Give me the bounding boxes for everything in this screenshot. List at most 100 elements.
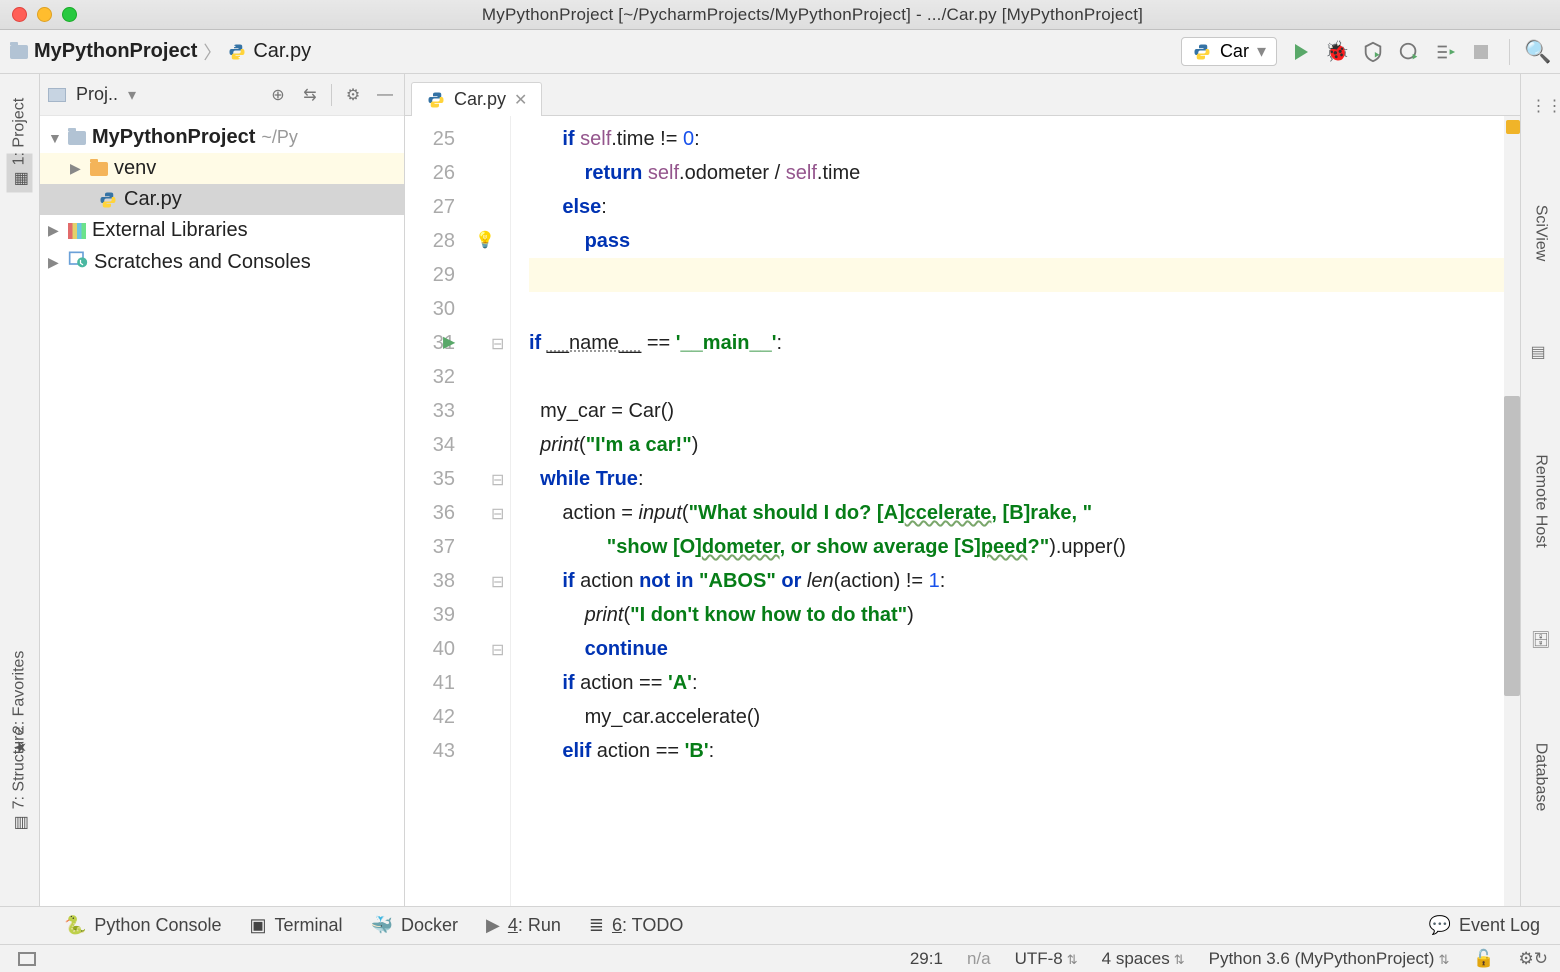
lock-icon[interactable]: 🔓 [1473, 949, 1494, 969]
right-tool-gutter: ⋮⋮⋮ SciView ▤ Remote Host 🗄 Database [1520, 74, 1560, 906]
toolbar-divider [1509, 39, 1510, 65]
settings-button[interactable]: ⚙ [342, 84, 364, 106]
tree-root[interactable]: ▼ MyPythonProject ~/Py [40, 122, 404, 153]
sidebar-header: Proj.. ▾ ⊕ ⇆ ⚙ — [40, 74, 404, 116]
database-icon: 🗄 [1531, 630, 1551, 650]
project-tree: ▼ MyPythonProject ~/Py ▶ venv Car.py ▶ E… [40, 116, 404, 284]
sidebar-title[interactable]: Proj.. [76, 84, 118, 105]
chevron-right-icon: ▶ [48, 254, 62, 271]
chevron-down-icon: ▾ [128, 85, 136, 105]
tree-file-car[interactable]: Car.py [40, 184, 404, 215]
structure-icon: ▤ [11, 815, 29, 830]
locate-button[interactable]: ⊕ [267, 84, 289, 106]
tree-item-label: External Libraries [92, 219, 248, 242]
run-button[interactable] [1289, 40, 1313, 64]
python-icon: 🐍 [64, 915, 86, 936]
maximize-window-icon[interactable] [62, 7, 77, 22]
tree-external-libs[interactable]: ▶ External Libraries [40, 215, 404, 246]
warning-stripe-icon [1506, 120, 1520, 134]
status-na: n/a [967, 949, 991, 969]
folder-icon [10, 45, 28, 59]
navigation-bar: MyPythonProject 〉 Car.py Car ▾ 🐞 🔍 [0, 30, 1560, 74]
cursor-position[interactable]: 29:1 [910, 949, 943, 969]
sciview-tool-button[interactable]: SciView [1532, 205, 1550, 262]
bars-icon: ▤ [1531, 342, 1551, 362]
code-body[interactable]: if self.time != 0: return self.odometer … [511, 116, 1520, 906]
editor-tabs: Car.py ✕ [405, 74, 1520, 116]
ide-settings-icon[interactable]: ⚙↻ [1519, 949, 1548, 969]
titlebar: MyPythonProject [~/PycharmProjects/MyPyt… [0, 0, 1560, 30]
fold-icon[interactable]: ⊟ [491, 634, 504, 668]
editor-scrollbar[interactable] [1504, 116, 1520, 906]
bottom-tool-bar: 🐍Python Console ▣Terminal 🐳Docker ▶4: Ru… [0, 906, 1560, 944]
tree-item-label: Car.py [124, 188, 182, 211]
list-icon: ≣ [589, 915, 604, 936]
scroll-thumb[interactable] [1504, 396, 1520, 696]
window-title: MyPythonProject [~/PycharmProjects/MyPyt… [77, 5, 1548, 25]
code-editor[interactable]: 25262728293031323334353637383940414243 💡… [405, 116, 1520, 906]
breadcrumb-project[interactable]: MyPythonProject [34, 40, 197, 63]
library-icon [68, 223, 86, 239]
project-sidebar: Proj.. ▾ ⊕ ⇆ ⚙ — ▼ MyPythonProject ~/Py … [40, 74, 405, 906]
interpreter-selector[interactable]: Python 3.6 (MyPythonProject) [1209, 949, 1450, 969]
scratch-icon [68, 250, 88, 274]
close-window-icon[interactable] [12, 7, 27, 22]
structure-tool-button[interactable]: ▤ 7: Structure [11, 792, 29, 831]
search-everywhere-button[interactable]: 🔍 [1526, 40, 1550, 64]
python-file-icon [426, 90, 446, 110]
tool-windows-toggle-icon[interactable] [18, 952, 36, 966]
left-tool-gutter: ▦ 1: Project ★ 2: Favorites ▤ 7: Structu… [0, 74, 40, 906]
fold-icon[interactable]: ⊟ [491, 498, 504, 532]
docker-tool-button[interactable]: 🐳Docker [371, 915, 458, 936]
status-bar: 29:1 n/a UTF-8 4 spaces Python 3.6 (MyPy… [0, 944, 1560, 972]
run-config-label: Car [1220, 41, 1249, 62]
remote-host-tool-button[interactable]: Remote Host [1532, 454, 1550, 547]
collapse-button[interactable]: ⇆ [299, 84, 321, 106]
minimize-window-icon[interactable] [37, 7, 52, 22]
todo-tool-button[interactable]: ≣6: TODO [589, 915, 683, 936]
editor-tab-car[interactable]: Car.py ✕ [411, 82, 542, 116]
tree-root-label: MyPythonProject [92, 126, 255, 149]
breadcrumb-file[interactable]: Car.py [253, 40, 311, 63]
tree-scratches[interactable]: ▶ Scratches and Consoles [40, 246, 404, 278]
play-icon [1295, 44, 1308, 60]
python-icon [1192, 42, 1212, 62]
fold-icon[interactable]: ⊟ [491, 464, 504, 498]
profile-button[interactable] [1397, 40, 1421, 64]
encoding-selector[interactable]: UTF-8 [1015, 949, 1078, 969]
chevron-right-icon: ▶ [70, 160, 84, 177]
balloon-icon: 💬 [1429, 915, 1451, 936]
folder-icon: ▦ [11, 171, 29, 186]
folder-icon [90, 162, 108, 176]
close-tab-icon[interactable]: ✕ [514, 90, 527, 110]
python-console-tool-button[interactable]: 🐍Python Console [64, 915, 222, 936]
indent-selector[interactable]: 4 spaces [1102, 949, 1185, 969]
breadcrumb-separator-icon: 〉 [203, 39, 221, 65]
line-number-gutter: 25262728293031323334353637383940414243 [405, 116, 467, 906]
stop-button[interactable] [1469, 40, 1493, 64]
grid-icon: ⋮⋮⋮ [1531, 96, 1551, 116]
tree-item-label: Scratches and Consoles [94, 251, 311, 274]
intention-bulb-icon[interactable]: 💡 [475, 224, 495, 258]
hide-button[interactable]: — [374, 84, 396, 106]
project-tool-button[interactable]: ▦ 1: Project [7, 154, 33, 193]
tab-label: Car.py [454, 89, 506, 110]
stop-icon [1474, 45, 1488, 59]
run-tool-button[interactable]: ▶4: Run [486, 915, 561, 936]
database-tool-button[interactable]: Database [1532, 743, 1550, 812]
event-log-button[interactable]: 💬Event Log [1429, 915, 1540, 936]
chevron-down-icon: ▾ [1257, 41, 1266, 62]
folder-icon [68, 131, 86, 145]
debug-button[interactable]: 🐞 [1325, 40, 1349, 64]
tree-venv[interactable]: ▶ venv [40, 153, 404, 184]
terminal-tool-button[interactable]: ▣Terminal [250, 915, 343, 936]
play-icon: ▶ [486, 915, 500, 936]
fold-icon[interactable]: ⊟ [491, 328, 504, 362]
python-file-icon [227, 42, 247, 62]
fold-icon[interactable]: ⊟ [491, 566, 504, 600]
editor-marks-gutter: 💡▶⊟⊟⊟⊟⊟ [467, 116, 511, 906]
concurrency-button[interactable] [1433, 40, 1457, 64]
coverage-button[interactable] [1361, 40, 1385, 64]
run-config-selector[interactable]: Car ▾ [1181, 37, 1277, 66]
run-gutter-icon[interactable]: ▶ [443, 326, 455, 360]
